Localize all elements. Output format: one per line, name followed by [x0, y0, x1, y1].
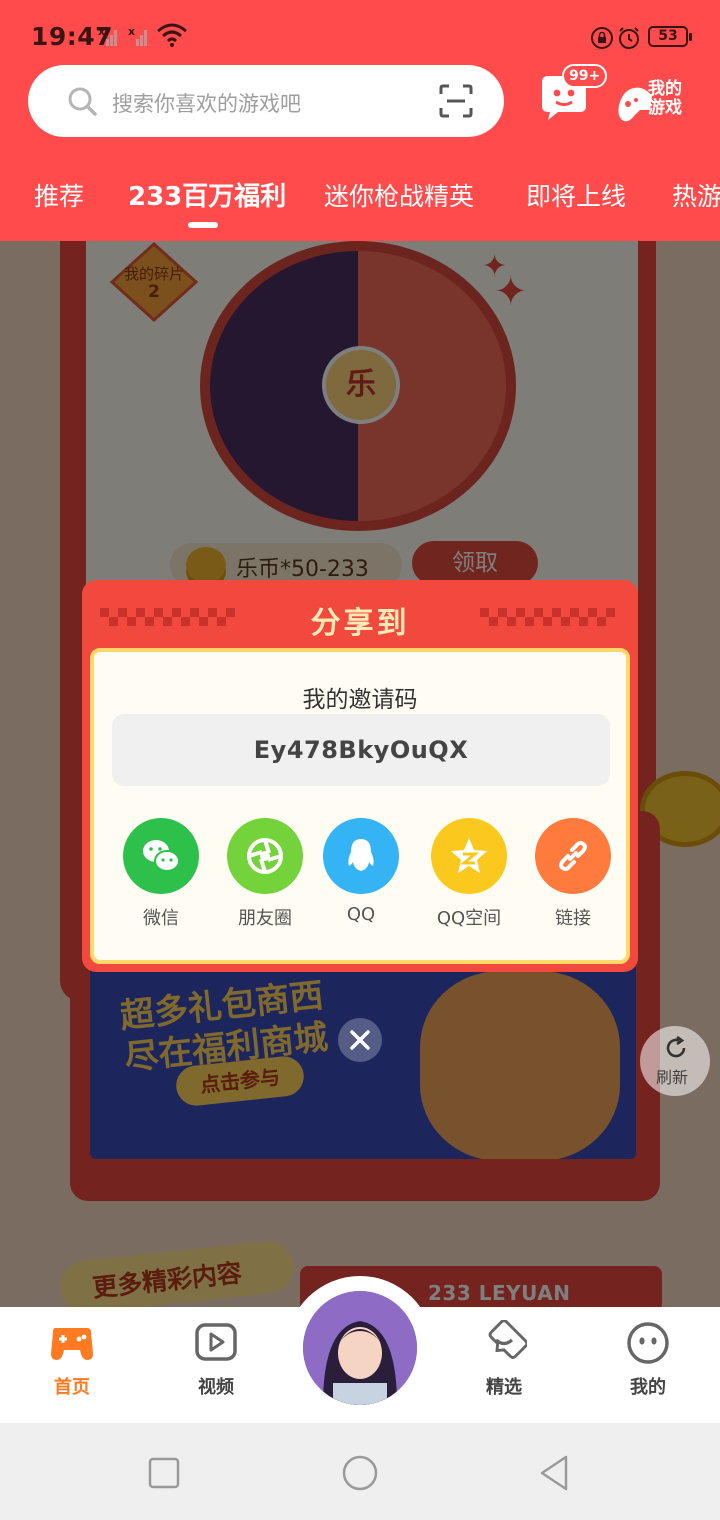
- share-label: 微信: [143, 908, 179, 929]
- message-badge: 99+: [562, 64, 608, 88]
- tab-233-welfare[interactable]: 233百万福利: [128, 178, 286, 218]
- video-icon: [195, 1323, 237, 1361]
- share-dialog: 分享到 我的邀请码 Ey478BkyOuQX 微信 朋友圈 QQ QQ空间 链接: [82, 580, 638, 972]
- battery-indicator: 53: [648, 26, 692, 47]
- invite-code: Ey478BkyOuQX: [253, 736, 469, 764]
- share-moments[interactable]: 朋友圈: [220, 818, 310, 938]
- svg-text:x: x: [128, 26, 135, 38]
- wechat-icon: [143, 840, 180, 872]
- refresh-icon: [666, 1035, 686, 1058]
- svg-text:x: x: [98, 26, 105, 38]
- nav-featured[interactable]: 精选: [459, 1320, 549, 1410]
- signal-icon: x: [98, 26, 117, 46]
- search-placeholder: 搜索你喜欢的游戏吧: [112, 92, 301, 116]
- recent-apps-icon[interactable]: [144, 1453, 184, 1493]
- nav-label: 我的: [630, 1377, 666, 1398]
- face-icon: [627, 1322, 669, 1364]
- gamepad-icon: [51, 1328, 93, 1360]
- avatar[interactable]: [303, 1291, 417, 1405]
- wifi-icon: [157, 23, 187, 47]
- my-games-label[interactable]: 我的游戏: [648, 80, 692, 118]
- invite-code-title: 我的邀请码: [302, 687, 418, 713]
- nav-label: 首页: [54, 1377, 90, 1398]
- system-navigation-bar: [0, 1423, 720, 1520]
- nav-video[interactable]: 视频: [171, 1320, 261, 1410]
- share-link[interactable]: 链接: [528, 818, 618, 938]
- avatar-image: [303, 1291, 417, 1405]
- share-label: QQ空间: [436, 908, 502, 929]
- tab-recommend[interactable]: 推荐: [34, 178, 84, 218]
- heart-chat-icon: [488, 1320, 527, 1359]
- dialog-body: 我的邀请码 Ey478BkyOuQX 微信 朋友圈 QQ QQ空间 链接: [90, 648, 630, 964]
- home-icon[interactable]: [340, 1453, 380, 1493]
- dialog-close-button[interactable]: [338, 1018, 382, 1062]
- refresh-label: 刷新: [656, 1068, 689, 1087]
- header: 19:47 x x 53 搜索你喜欢的游戏吧 99+ 我的游戏 推荐 233百万…: [0, 0, 720, 241]
- search-icon: [68, 87, 97, 116]
- app-screen: 19:47 x x 53 搜索你喜欢的游戏吧 99+ 我的游戏 推荐 233百万…: [0, 0, 720, 1520]
- moments-icon: [247, 838, 283, 874]
- nav-home[interactable]: 首页: [27, 1320, 117, 1410]
- tab-hot-games[interactable]: 热游: [672, 178, 720, 218]
- close-icon: [350, 1030, 370, 1050]
- share-label: 朋友圈: [238, 908, 292, 929]
- dialog-title: 分享到: [310, 606, 410, 641]
- scan-icon[interactable]: [438, 83, 474, 119]
- nav-mine[interactable]: 我的: [603, 1320, 693, 1410]
- share-qzone[interactable]: QQ空间: [424, 818, 514, 938]
- status-bar: 19:47 x x 53: [0, 0, 720, 66]
- link-icon: [559, 840, 587, 872]
- share-wechat[interactable]: 微信: [116, 818, 206, 938]
- search-bar[interactable]: 搜索你喜欢的游戏吧: [28, 65, 504, 137]
- back-icon[interactable]: [536, 1453, 576, 1493]
- share-label: 链接: [555, 908, 591, 929]
- alarm-icon: [619, 27, 639, 49]
- tab-coming-soon[interactable]: 即将上线: [526, 178, 626, 218]
- category-tabs: 推荐 233百万福利 迷你枪战精英 即将上线 热游: [0, 178, 720, 218]
- qq-icon: [348, 839, 374, 871]
- signal-icon: x: [128, 26, 147, 46]
- nav-label: 视频: [198, 1377, 234, 1398]
- qzone-icon: [451, 838, 487, 873]
- tab-indicator: [188, 222, 218, 228]
- nav-label: 精选: [486, 1377, 522, 1398]
- lock-rotation-icon: [591, 27, 613, 49]
- share-label: QQ: [346, 904, 376, 925]
- share-qq[interactable]: QQ: [316, 818, 406, 938]
- tab-mini-gunfight[interactable]: 迷你枪战精英: [324, 178, 474, 218]
- invite-code-box[interactable]: Ey478BkyOuQX: [112, 714, 610, 786]
